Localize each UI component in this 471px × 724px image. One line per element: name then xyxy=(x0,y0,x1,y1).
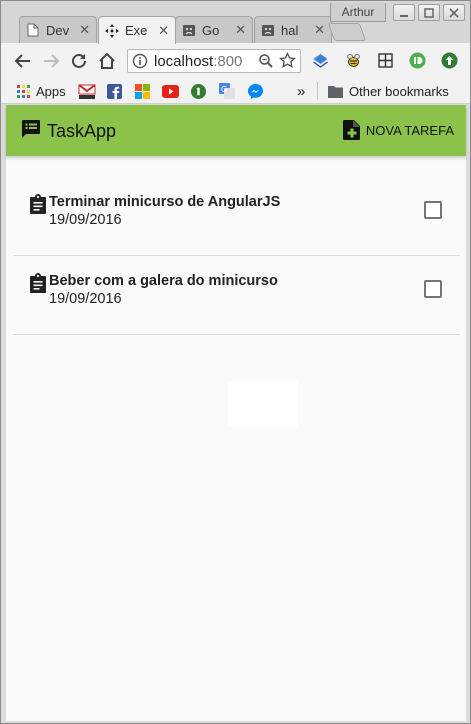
move-icon xyxy=(105,23,119,38)
close-icon[interactable]: ✕ xyxy=(158,23,169,39)
document-icon xyxy=(26,23,40,37)
task-date: 19/09/2016 xyxy=(49,291,122,307)
close-window-button[interactable] xyxy=(443,4,465,21)
page-content: TaskApp NOVA TAREFA Terminar minicurso d… xyxy=(6,105,466,721)
blank-overlay xyxy=(228,381,298,427)
reload-icon xyxy=(72,53,86,68)
microsoft-icon[interactable] xyxy=(135,83,150,99)
extension-bee-icon[interactable] xyxy=(345,52,362,69)
maximize-icon xyxy=(424,7,434,18)
tab-hal[interactable]: hal ✕ xyxy=(254,16,332,43)
extension-layers-icon[interactable] xyxy=(312,52,329,69)
tab-exe[interactable]: Exe ✕ xyxy=(98,16,176,44)
add-file-icon xyxy=(342,120,360,140)
tab-title: hal xyxy=(281,22,299,38)
task-done-checkbox[interactable] xyxy=(424,201,442,219)
close-icon[interactable]: ✕ xyxy=(79,22,90,38)
tab-title: Exe xyxy=(125,23,148,38)
onefootball-icon[interactable] xyxy=(191,83,206,99)
star-icon[interactable] xyxy=(279,52,296,69)
app-title: TaskApp xyxy=(47,121,117,141)
new-task-button[interactable]: NOVA TAREFA xyxy=(342,115,454,145)
tab-go[interactable]: Go ✕ xyxy=(175,16,253,43)
gmail-icon[interactable] xyxy=(78,83,96,99)
tab-dev[interactable]: Dev ✕ xyxy=(19,16,97,43)
bookmark-apps[interactable]: Apps xyxy=(17,83,66,99)
extension-grid-icon[interactable] xyxy=(377,52,394,69)
tab-title: Dev xyxy=(46,22,70,38)
bookmarks-bar: Apps G » Other bookmarks xyxy=(1,78,470,104)
messenger-icon[interactable] xyxy=(248,83,263,99)
close-icon[interactable]: ✕ xyxy=(235,22,246,38)
url-port: :800 xyxy=(213,52,243,70)
browser-window: Dev ✕ Exe ✕ Go ✕ hal ✕ Arthur localhost … xyxy=(0,0,471,724)
browser-toolbar: localhost:800 xyxy=(1,43,470,78)
minimize-icon xyxy=(400,14,408,17)
home-button[interactable] xyxy=(97,51,117,71)
close-icon xyxy=(449,7,459,18)
clipboard-icon xyxy=(30,194,46,214)
chat-list-icon xyxy=(22,120,40,138)
forward-arrow-icon xyxy=(44,54,60,68)
task-done-checkbox[interactable] xyxy=(424,280,442,298)
bookmark-label: Other bookmarks xyxy=(349,83,449,99)
sad-face-icon xyxy=(182,23,196,37)
apps-grid-icon xyxy=(17,84,30,98)
youtube-icon[interactable] xyxy=(162,83,179,99)
folder-icon xyxy=(328,85,343,98)
task-title: Beber com a galera do minicurso xyxy=(49,273,278,289)
sad-face-icon xyxy=(261,23,275,37)
task-title: Terminar minicurso de AngularJS xyxy=(49,194,281,210)
bookmarks-overflow-button[interactable]: » xyxy=(297,83,305,100)
tab-title: Go xyxy=(202,22,220,38)
task-date: 19/09/2016 xyxy=(49,212,122,228)
google-translate-icon[interactable]: G xyxy=(219,83,235,99)
profile-badge[interactable]: Arthur xyxy=(330,3,386,22)
zoom-icon[interactable] xyxy=(257,52,274,69)
back-arrow-icon xyxy=(14,54,30,68)
reload-button[interactable] xyxy=(69,51,89,71)
extension-pushbullet-icon[interactable] xyxy=(409,52,426,69)
facebook-icon[interactable] xyxy=(107,83,122,99)
close-icon[interactable]: ✕ xyxy=(314,22,325,38)
maximize-button[interactable] xyxy=(418,4,440,21)
url-host: localhost xyxy=(154,52,214,70)
info-icon[interactable] xyxy=(132,53,148,69)
forward-button[interactable] xyxy=(41,51,61,71)
bookmark-other-bookmarks[interactable]: Other bookmarks xyxy=(328,83,449,99)
bookmarks-divider xyxy=(317,82,318,100)
home-icon xyxy=(99,52,115,69)
svg-text:G: G xyxy=(221,85,227,94)
extension-upload-icon[interactable] xyxy=(441,52,458,69)
minimize-button[interactable] xyxy=(393,4,415,21)
address-bar[interactable]: localhost:800 xyxy=(127,49,301,73)
new-tab-button[interactable] xyxy=(327,23,367,41)
app-header: TaskApp NOVA TAREFA xyxy=(6,105,466,156)
clipboard-icon xyxy=(30,273,46,293)
task-item: Terminar minicurso de AngularJS 19/09/20… xyxy=(13,177,460,256)
task-item: Beber com a galera do minicurso 19/09/20… xyxy=(13,256,460,335)
new-task-label: NOVA TAREFA xyxy=(365,122,454,138)
task-list: Terminar minicurso de AngularJS 19/09/20… xyxy=(13,177,460,335)
bookmark-label: Apps xyxy=(36,83,66,99)
back-button[interactable] xyxy=(13,51,33,71)
tab-strip: Dev ✕ Exe ✕ Go ✕ hal ✕ Arthur xyxy=(1,1,470,44)
